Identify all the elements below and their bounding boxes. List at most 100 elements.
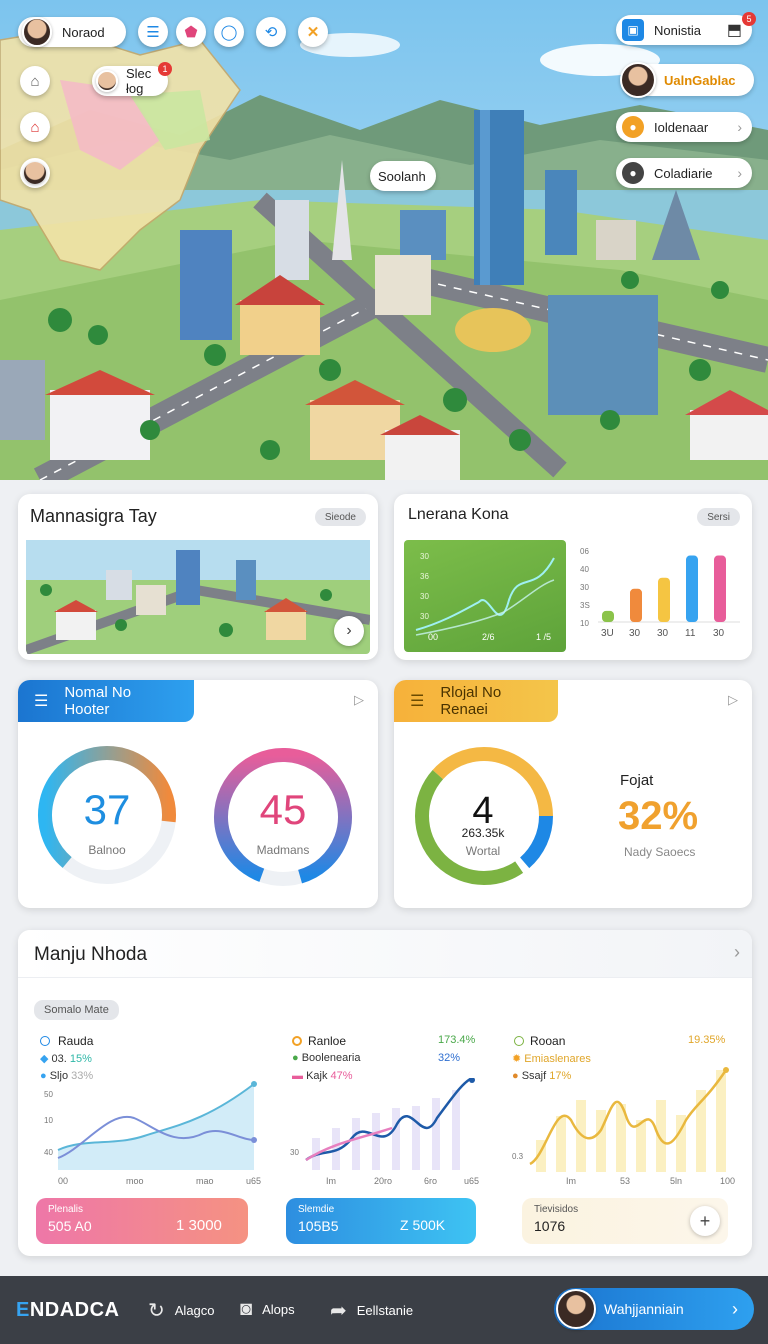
line-y-tick: 30 <box>420 592 429 601</box>
stat-1-value: 505 A0 <box>48 1218 92 1234</box>
bar-y-tick: 10 <box>580 619 589 628</box>
line-x-tick: 2/6 <box>482 632 495 642</box>
spin-icon: ↻ <box>148 1300 165 1322</box>
gauge-card-2-tag-label: Rlojal No Renaei <box>440 684 502 718</box>
profile-chip-label: UalnGablac <box>664 72 736 88</box>
stat-tile-3[interactable]: Tievisidos 1076 + <box>522 1198 728 1244</box>
gauge-card-1[interactable]: ☰ Nomal No Hooter ▷ 37 Balnoo 45 Madmans <box>18 680 378 908</box>
sun-icon: ✹ <box>512 1053 522 1065</box>
charts-card[interactable]: Lnerana Kona Sersi 30 36 30 30 00 2/6 1 … <box>394 494 752 660</box>
nav-item-2-label: Alops <box>262 1302 295 1317</box>
brand-logo[interactable]: ENDADCA <box>16 1299 120 1322</box>
map-card[interactable]: Mannasigra Tay Sieode › <box>18 494 378 660</box>
globe-icon: ● <box>292 1052 299 1064</box>
marker-button[interactable]: ⌂ <box>20 112 50 142</box>
col3-value-a: 19.35% <box>688 1034 726 1046</box>
stat-tile-1[interactable]: Plenalis 505 A0 1 3000 <box>36 1198 248 1244</box>
bar-2 <box>630 588 642 622</box>
col1-x-tick: moo <box>126 1176 144 1186</box>
col1-x-tick: mao <box>196 1176 214 1186</box>
gauge-2-label: Madmans <box>256 843 310 857</box>
close-icon: ✕ <box>306 24 320 41</box>
panel-pill[interactable]: Somalo Mate <box>34 1000 119 1020</box>
notifications-chip-label: Nonistia <box>654 22 701 38</box>
profile-cta-button[interactable]: Wahjjanniain › <box>554 1288 754 1330</box>
col2-x-tick: 20ro <box>374 1176 393 1186</box>
col2-x-tick: u65 <box>464 1176 480 1186</box>
line-x-tick: 00 <box>428 632 439 642</box>
panel-title: Manju Nhoda <box>34 944 148 965</box>
loop-button[interactable]: ◯ <box>214 17 244 47</box>
col1-x-tick: 00 <box>58 1176 69 1186</box>
cta-avatar <box>556 1289 596 1329</box>
col1-x-tick: u65 <box>246 1176 262 1186</box>
col2-line-chart <box>305 1078 475 1170</box>
map-card-pill[interactable]: Sieode <box>314 508 366 526</box>
ring-icon: ◯ <box>220 24 238 41</box>
plus-icon: + <box>699 1210 711 1231</box>
play-icon[interactable]: ▷ <box>354 692 364 708</box>
add-button[interactable]: + <box>690 1206 720 1236</box>
nav-item-1[interactable]: ↻ Alagco <box>148 1298 215 1323</box>
home-button[interactable]: ⌂ <box>20 66 50 96</box>
col2-icon <box>292 1036 302 1046</box>
gauge-card-1-tag[interactable]: ☰ Nomal No Hooter <box>18 680 194 722</box>
close-button[interactable]: ✕ <box>298 17 328 47</box>
export-icon: ⬒ <box>726 22 742 39</box>
bar-3 <box>658 577 670 622</box>
layers-button[interactable]: ☰ <box>138 17 168 47</box>
route-icon: ⟲ <box>264 24 278 41</box>
gauge-card-2-tag[interactable]: ☰ Rlojal No Renaei <box>394 680 558 722</box>
profile-chip[interactable]: UalnGablac <box>620 62 754 98</box>
next-arrow-button[interactable]: › <box>334 616 364 646</box>
col1-row1-label: 03. <box>51 1053 70 1065</box>
charts-card-title: Lnerana Kona <box>408 506 509 523</box>
bar-y-tick: 40 <box>580 565 589 574</box>
person-icon: ● <box>622 162 644 184</box>
line-y-tick: 30 <box>420 552 429 561</box>
profile-avatar <box>620 62 656 98</box>
pin-button[interactable]: ⬟ <box>176 17 206 47</box>
home-icon: ⌂ <box>30 72 40 90</box>
app-icon: ▣ <box>622 19 644 41</box>
gauge-card-1-tag-label: Nomal No Hooter <box>64 684 132 718</box>
chevron-right-icon: › <box>737 165 742 181</box>
stat-1-label: Plenalis <box>48 1204 84 1215</box>
bar-y-tick: 30 <box>580 583 589 592</box>
col3-x-tick: 5ln <box>670 1176 683 1186</box>
stat-1-extra: 1 3000 <box>176 1217 222 1234</box>
house-marker-icon: ⌂ <box>30 118 40 136</box>
col3-x-tick: 53 <box>620 1176 631 1186</box>
right-chip-1[interactable]: ● Ioldenaar › <box>616 112 752 142</box>
analytics-panel[interactable]: Manju Nhoda › Somalo Mate Rauda ◆ 03. 15… <box>18 930 752 1256</box>
line-y-tick: 30 <box>420 612 429 621</box>
slet-chip[interactable]: Slec łog <box>92 66 168 96</box>
person-button[interactable] <box>20 158 50 188</box>
drop-icon: ● <box>512 1070 519 1082</box>
col3-title: Rooan <box>530 1034 566 1048</box>
route-button[interactable]: ⟲ <box>256 17 286 47</box>
col3-y-tick: 0.3 <box>512 1152 524 1161</box>
donut-label: Wortal <box>465 844 501 858</box>
location-label[interactable]: Soolanh <box>370 161 436 191</box>
hero-map[interactable]: Noraod ☰ ⬟ ◯ ⟲ ✕ ⌂ ⌂ Slec łog 1 Soolanh … <box>0 0 768 480</box>
stat-tile-2[interactable]: Slemdie 105B5 Z 500K <box>286 1198 476 1244</box>
nav-item-3-label: Eellstanie <box>356 1303 414 1318</box>
nav-item-3[interactable]: ➦ Eellstanie <box>330 1298 413 1323</box>
right-chip-2[interactable]: ● Coladiarie › <box>616 158 752 188</box>
user-chip[interactable]: Noraod <box>18 17 126 47</box>
notifications-badge: 5 <box>742 12 756 26</box>
map-pin-icon: ⬟ <box>184 24 198 41</box>
bar-4 <box>686 555 698 622</box>
gauge-card-2[interactable]: ☰ Rlojal No Renaei ▷ 4 263.35k Wortal Fo… <box>394 680 752 908</box>
play-icon[interactable]: ▷ <box>728 692 738 708</box>
right-chip-2-label: Coladiarie <box>654 165 713 181</box>
chevron-right-icon[interactable]: › <box>734 942 740 963</box>
share-icon: ➦ <box>330 1300 347 1322</box>
bottom-bar: ENDADCA ↻ Alagco ◙ Alops ➦ Eellstanie Wa… <box>0 1276 768 1344</box>
nav-item-2[interactable]: ◙ Alops <box>240 1298 295 1321</box>
notifications-chip[interactable]: ▣ Nonistia ⬒ <box>616 15 752 45</box>
person-avatar-icon <box>24 162 46 184</box>
bar-x-tick: 3U <box>601 628 614 639</box>
charts-card-pill[interactable]: Sersi <box>697 508 740 526</box>
